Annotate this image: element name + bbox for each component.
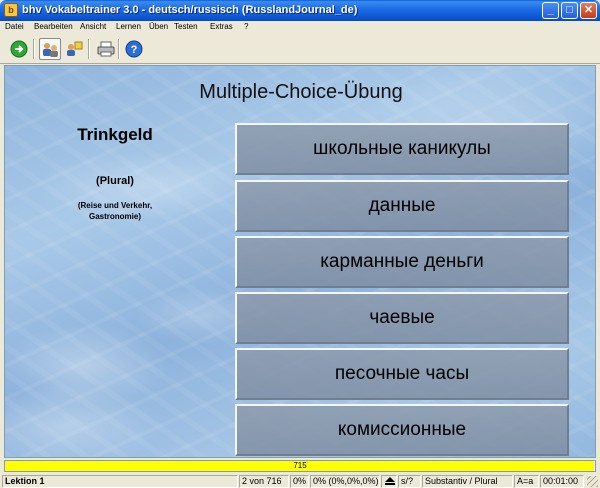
- answer-option-3[interactable]: карманные деньги: [235, 236, 569, 288]
- eject-icon: [381, 475, 397, 488]
- multiple-choice-icon[interactable]: [39, 38, 61, 60]
- maximize-button[interactable]: □: [561, 2, 578, 19]
- menu-lernen[interactable]: Lernen: [116, 22, 141, 31]
- topic-info: (Reise und Verkehr, Gastronomie): [77, 201, 153, 221]
- menu-help[interactable]: ?: [244, 22, 248, 31]
- answer-option-2[interactable]: данные: [235, 180, 569, 232]
- status-case-mode: A=a: [514, 475, 539, 488]
- minimize-button[interactable]: _: [542, 2, 559, 19]
- printer-icon[interactable]: [95, 38, 117, 60]
- flashcard-icon[interactable]: [63, 38, 85, 60]
- question-word: Trinkgeld: [77, 125, 153, 144]
- exercise-heading: Multiple-Choice-Übung: [199, 81, 403, 103]
- svg-text:?: ?: [131, 44, 138, 56]
- title-bar: b bhv Vokabeltrainer 3.0 - deutsch/russi…: [0, 0, 600, 21]
- toolbar-separator: [33, 39, 35, 59]
- status-timer: 00:01:00: [540, 475, 584, 488]
- answer-option-5[interactable]: песочные часы: [235, 348, 569, 400]
- status-position: 2 von 716: [239, 475, 289, 488]
- answer-option-4[interactable]: чаевые: [235, 292, 569, 344]
- progress-bar: 715: [4, 460, 596, 472]
- book-icon[interactable]: b: [4, 3, 18, 17]
- toolbar: ?: [0, 35, 600, 64]
- menu-bearbeiten[interactable]: Bearbeiten: [34, 22, 73, 31]
- status-word-type: Substantiv / Plural: [422, 475, 513, 488]
- exercise-panel: Multiple-Choice-Übung Trinkgeld (Plural)…: [4, 65, 596, 458]
- menu-ueben[interactable]: Üben: [149, 22, 168, 31]
- help-icon[interactable]: ?: [123, 38, 145, 60]
- status-percent: 0%: [290, 475, 309, 488]
- menu-datei[interactable]: Datei: [5, 22, 24, 31]
- menu-extras[interactable]: Extras: [210, 22, 233, 31]
- toolbar-separator: [88, 39, 90, 59]
- answer-option-6[interactable]: комиссионные: [235, 404, 569, 456]
- status-lesson: Lektion 1: [2, 475, 238, 488]
- menu-bar: Datei Bearbeiten Ansicht Lernen Üben Tes…: [0, 21, 600, 35]
- menu-ansicht[interactable]: Ansicht: [80, 22, 106, 31]
- status-bar: Lektion 1 2 von 716 0% 0% (0%,0%,0%) s/?…: [0, 474, 600, 488]
- grammar-info: (Plural): [96, 175, 134, 187]
- toolbar-separator: [118, 39, 120, 59]
- status-mode: s/?: [398, 475, 421, 488]
- resize-grip[interactable]: [587, 476, 598, 487]
- green-arrow-icon[interactable]: [8, 38, 30, 60]
- window-title: bhv Vokabeltrainer 3.0 - deutsch/russisc…: [22, 4, 358, 16]
- answer-option-1[interactable]: школьные каникулы: [235, 123, 569, 175]
- progress-label: 715: [293, 461, 307, 470]
- menu-testen[interactable]: Testen: [174, 22, 198, 31]
- status-percent-detail: 0% (0%,0%,0%): [310, 475, 380, 488]
- close-button[interactable]: ✕: [580, 2, 597, 19]
